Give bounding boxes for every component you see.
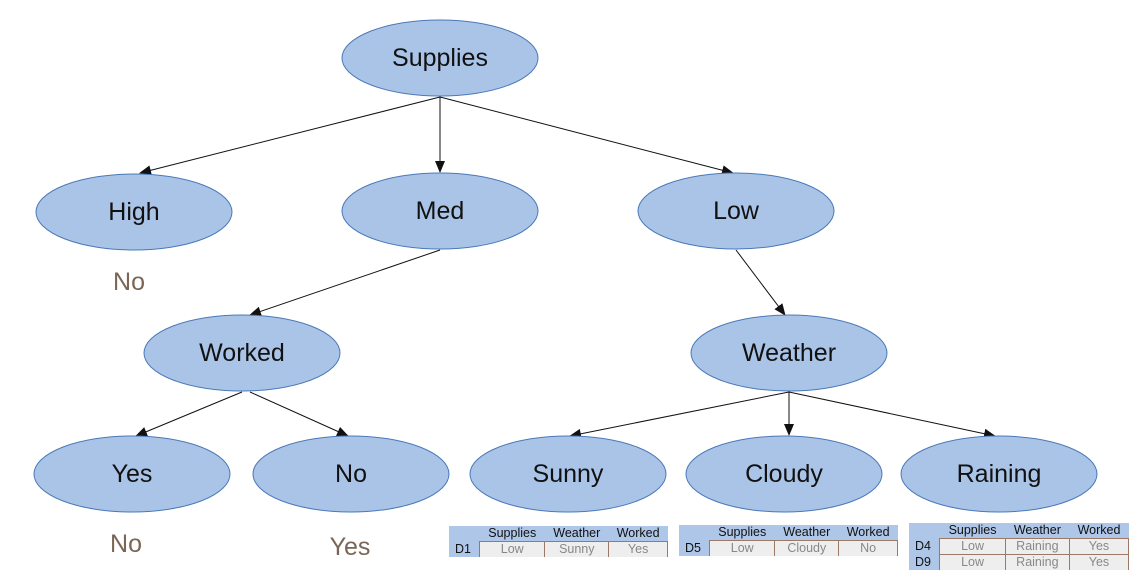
node-high: High [35,173,233,251]
table-sunny: Supplies Weather Worked D1 Low Sunny Yes [449,526,668,557]
svg-text:Weather: Weather [742,339,836,367]
edge-supplies-low [439,96,734,176]
table-raining: Supplies Weather Worked D4 Low Raining Yes D9… [909,523,1130,570]
table-row: D4 Low Raining Yes [909,538,1130,555]
svg-text:Supplies: Supplies [392,44,488,72]
edge-weather-sunny [569,391,790,439]
node-supplies: Supplies [341,19,539,97]
node-raining: Raining [900,435,1098,513]
node-weather: Weather [690,314,888,392]
table-row: D5 Low Cloudy No [679,540,898,556]
node-no: No [252,435,450,513]
leaf-yes-outcome: No [110,530,142,558]
node-yes: Yes [33,435,231,513]
svg-text:Worked: Worked [199,339,285,367]
edge-low-weather [735,249,786,316]
leaf-no-outcome: Yes [330,533,371,561]
svg-text:Raining: Raining [957,460,1042,488]
svg-text:No: No [335,460,367,488]
node-low: Low [637,172,835,250]
table-cloudy: Supplies Weather Worked D5 Low Cloudy No [679,525,898,556]
table-row: D9 Low Raining Yes [909,554,1130,570]
svg-text:Yes: Yes [112,460,153,488]
node-worked: Worked [143,314,341,392]
svg-text:High: High [108,198,159,226]
svg-text:Sunny: Sunny [533,460,604,488]
decision-tree: Supplies High Med Low Worked Weather Yes… [33,19,1098,561]
edge-worked-no [249,391,349,437]
node-cloudy: Cloudy [685,435,883,513]
leaf-high-outcome: No [113,268,145,296]
svg-text:Med: Med [416,197,465,225]
edge-med-worked [249,249,441,317]
node-sunny: Sunny [469,435,667,513]
table-row: D1 Low Sunny Yes [449,541,668,557]
node-med: Med [341,172,539,250]
svg-text:Low: Low [713,197,760,225]
edge-supplies-high [139,96,441,176]
svg-text:Cloudy: Cloudy [745,460,823,488]
edge-weather-raining [788,391,996,439]
edge-worked-yes [135,391,243,437]
